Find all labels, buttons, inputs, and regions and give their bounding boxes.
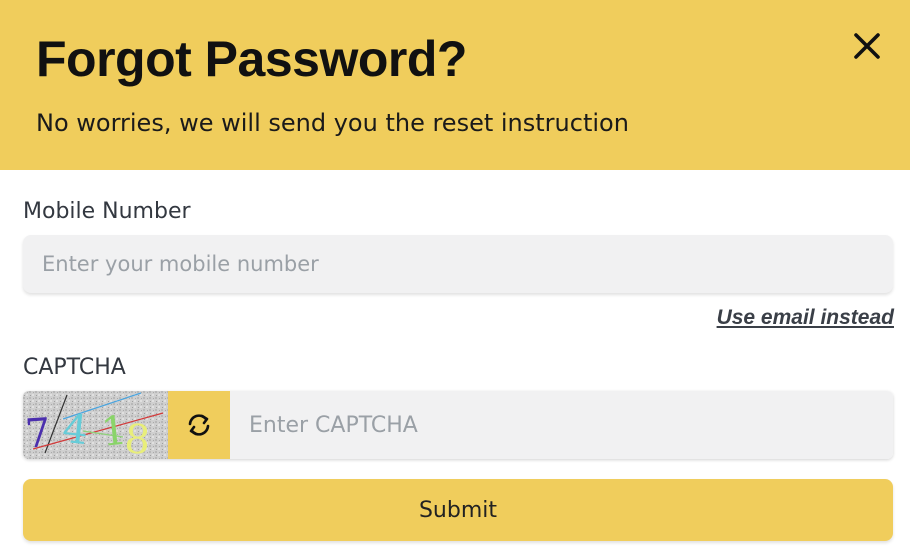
svg-text:4: 4 xyxy=(60,406,90,454)
captcha-group: 7 4 1 8 xyxy=(23,391,893,459)
refresh-icon xyxy=(188,414,210,436)
dialog-header: Forgot Password? No worries, we will sen… xyxy=(0,0,910,170)
submit-button[interactable]: Submit xyxy=(23,479,893,541)
captcha-image: 7 4 1 8 xyxy=(23,391,168,459)
dialog-subtitle: No worries, we will send you the reset i… xyxy=(36,109,629,137)
close-button[interactable] xyxy=(848,27,886,65)
mobile-number-input[interactable] xyxy=(23,235,893,293)
svg-text:7: 7 xyxy=(24,410,53,458)
captcha-label: CAPTCHA xyxy=(23,355,126,380)
refresh-captcha-button[interactable] xyxy=(168,391,230,459)
mobile-number-label: Mobile Number xyxy=(23,199,191,224)
svg-text:8: 8 xyxy=(123,416,152,459)
captcha-input[interactable] xyxy=(230,391,893,459)
close-icon xyxy=(854,33,880,59)
use-email-link[interactable]: Use email instead xyxy=(717,306,894,330)
dialog-title: Forgot Password? xyxy=(36,31,467,87)
